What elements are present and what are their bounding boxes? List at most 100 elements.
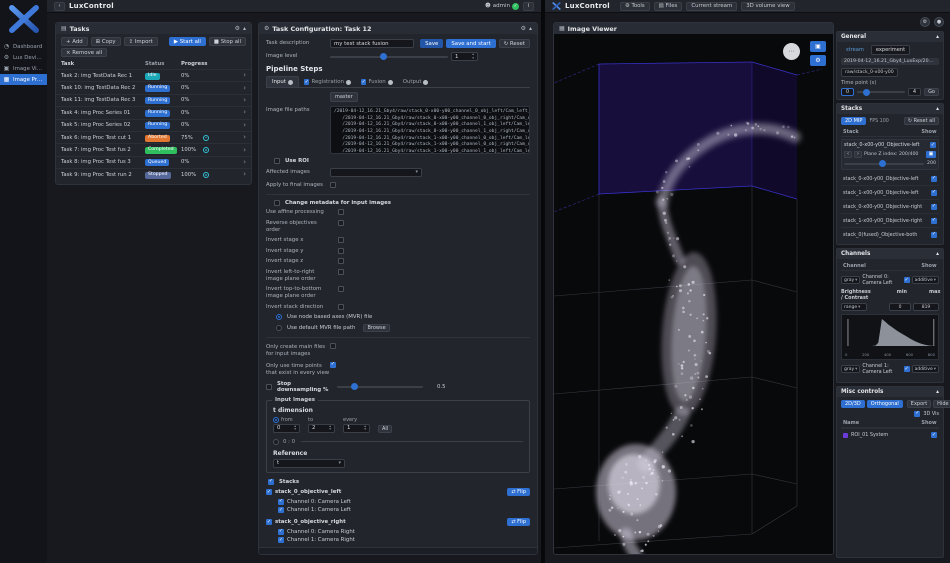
task-chevron-icon[interactable]: ›: [243, 122, 246, 129]
start-all-button[interactable]: ▶ Start all: [169, 37, 206, 46]
titlebar-button-3[interactable]: 3D volume view: [741, 2, 794, 11]
tab-registration[interactable]: Registration: [299, 77, 356, 87]
use-roi-checkbox[interactable]: [274, 158, 280, 164]
tab-checkbox[interactable]: [304, 79, 310, 85]
metadata-option-checkbox[interactable]: [338, 286, 344, 292]
time-from-input[interactable]: 0: [841, 88, 854, 96]
roi-show-checkbox[interactable]: [931, 432, 937, 438]
range-radio[interactable]: [273, 439, 279, 445]
stack-row[interactable]: stack_0(fused)_Objective-both: [841, 227, 939, 241]
channel-blend-select[interactable]: additive▾: [912, 365, 939, 373]
metadata-option-checkbox[interactable]: [338, 248, 344, 254]
only-main-files-checkbox[interactable]: [330, 343, 336, 349]
task-chevron-icon[interactable]: ›: [243, 159, 246, 166]
stack-show-checkbox[interactable]: [931, 218, 937, 224]
metadata-option-checkbox[interactable]: [338, 237, 344, 243]
stack-show-checkbox[interactable]: [931, 232, 937, 238]
plane-lock-button[interactable]: ▣: [926, 151, 936, 158]
to-input[interactable]: 2▴▾: [308, 424, 335, 433]
general-header[interactable]: General ▴: [837, 32, 943, 42]
task-chevron-icon[interactable]: ›: [243, 109, 246, 116]
channel-show-checkbox[interactable]: [904, 366, 910, 372]
every-input[interactable]: 1▴▾: [343, 424, 370, 433]
tab-output[interactable]: Output: [398, 77, 434, 87]
save-button[interactable]: Save: [420, 39, 443, 48]
metadata-option-checkbox[interactable]: [338, 258, 344, 264]
task-chevron-icon[interactable]: ›: [243, 134, 246, 141]
info-button[interactable]: i: [523, 2, 534, 11]
metadata-option-checkbox[interactable]: [338, 304, 344, 310]
from-input[interactable]: 0▴▾: [273, 424, 300, 433]
stack-show-checkbox[interactable]: [931, 190, 937, 196]
hide-all-button[interactable]: Hide all: [933, 400, 950, 408]
plane-prev-button[interactable]: ‹: [844, 151, 852, 158]
image-level-slider[interactable]: [330, 56, 448, 58]
channel-blend-select[interactable]: additive▾: [912, 276, 939, 284]
task-row[interactable]: Task 2: img TestData Rec 1Idle0%›: [56, 69, 251, 81]
from-radio[interactable]: [273, 417, 279, 423]
apply-final-checkbox[interactable]: [330, 182, 336, 188]
downsample-slider[interactable]: [337, 386, 423, 388]
stack-show-checkbox[interactable]: [931, 176, 937, 182]
snapshot-button[interactable]: ▣: [810, 41, 826, 52]
reset-button[interactable]: ↻ Reset: [499, 39, 530, 48]
min-input[interactable]: 0: [889, 303, 911, 311]
3d-scene[interactable]: ⋯ ▣ ⚙: [554, 34, 833, 554]
config-settings-button[interactable]: ⚙: [521, 25, 526, 32]
ortho-views-button[interactable]: Orthogonal: [867, 400, 903, 408]
metadata-option-checkbox[interactable]: [338, 209, 344, 215]
go-button[interactable]: Go: [924, 88, 939, 96]
titlebar-button-0[interactable]: ⚙ Tools: [620, 2, 650, 11]
task-row[interactable]: Task 8: img Proc Test fus 3Queued0%›: [56, 156, 251, 168]
tab-stream[interactable]: stream: [841, 45, 869, 55]
stack-row[interactable]: stack_1-x00-y00_Objective-right: [841, 213, 939, 227]
flip-button[interactable]: ⇄ Flip: [507, 488, 530, 496]
misc-header[interactable]: Misc controls ▴: [837, 387, 943, 397]
tab-checkbox[interactable]: [361, 79, 367, 85]
reset-all-button[interactable]: ↻ Reset all: [904, 117, 939, 125]
copy-task-button[interactable]: ⊞ Copy: [91, 37, 121, 46]
save-and-start-button[interactable]: Save and start: [446, 39, 495, 48]
volume-rendering[interactable]: [554, 34, 833, 554]
task-chevron-icon[interactable]: ›: [243, 72, 246, 79]
experiment-path[interactable]: 2019-04-12_16.21_Gby4_LuxExp/2019-04-12_…: [841, 58, 939, 65]
reference-dim-select[interactable]: t▾: [273, 459, 345, 468]
mip-view-button[interactable]: 2D MIP: [841, 117, 866, 125]
metadata-option-checkbox[interactable]: [338, 220, 344, 226]
slice-mode-button[interactable]: 2D/3D: [841, 400, 865, 408]
settings-circle-button[interactable]: ⚙: [920, 17, 930, 27]
spinner-arrows-icon[interactable]: ▴▾: [472, 53, 474, 59]
tab-input[interactable]: Input: [266, 76, 299, 87]
channels-header[interactable]: Channels ▴: [837, 249, 943, 259]
stack-row[interactable]: stack_1-x00-y00_Objective-left: [841, 185, 939, 199]
mvr-default-radio[interactable]: [276, 325, 282, 331]
task-row[interactable]: Task 4: img Proc Series 01Running0%›: [56, 106, 251, 118]
active-stack-row[interactable]: stack_0-x00-y00_Objective-left ‹ › Plane…: [841, 139, 939, 170]
roi-row[interactable]: ROI_01 System: [841, 428, 939, 442]
task-row[interactable]: Task 5: img Proc Series 02Running0%›: [56, 119, 251, 131]
stack-group-checkbox[interactable]: [266, 519, 272, 525]
task-row[interactable]: Task 7: img Proc Test fus 2Completed100%…: [56, 143, 251, 155]
channel-checkbox[interactable]: [278, 507, 284, 513]
all-button[interactable]: All: [378, 425, 392, 433]
add-task-button[interactable]: + Add: [61, 37, 88, 46]
task-chevron-icon[interactable]: ›: [243, 85, 246, 92]
max-input[interactable]: 819: [913, 303, 939, 311]
master-chip[interactable]: master: [330, 92, 358, 102]
tasks-settings-button[interactable]: ⚙: [235, 25, 240, 32]
stacks-header[interactable]: Stacks ▴: [837, 104, 943, 114]
stop-all-button[interactable]: ■ Stop all: [209, 37, 246, 46]
back-button[interactable]: ‹: [54, 2, 65, 11]
task-row[interactable]: Task 11: img TestData Rec 3Running0%›: [56, 94, 251, 106]
flip-button[interactable]: ⇄ Flip: [507, 518, 530, 526]
3d-vis-checkbox[interactable]: [914, 411, 920, 417]
time-slider[interactable]: [857, 91, 905, 93]
stack-row[interactable]: stack_0-x00-y00_Objective-left: [841, 172, 939, 185]
task-chevron-icon[interactable]: ›: [243, 97, 246, 104]
collapse-icon[interactable]: ▴: [936, 389, 939, 395]
remove-all-button[interactable]: × Remove all: [61, 48, 107, 57]
file-paths-textarea[interactable]: /2019-04-12_16.21_Gby4/raw/stack_0-x00-y…: [330, 106, 530, 154]
plane-next-button[interactable]: ›: [854, 151, 862, 158]
channel-checkbox[interactable]: [278, 537, 284, 543]
change-metadata-checkbox[interactable]: [274, 200, 280, 206]
